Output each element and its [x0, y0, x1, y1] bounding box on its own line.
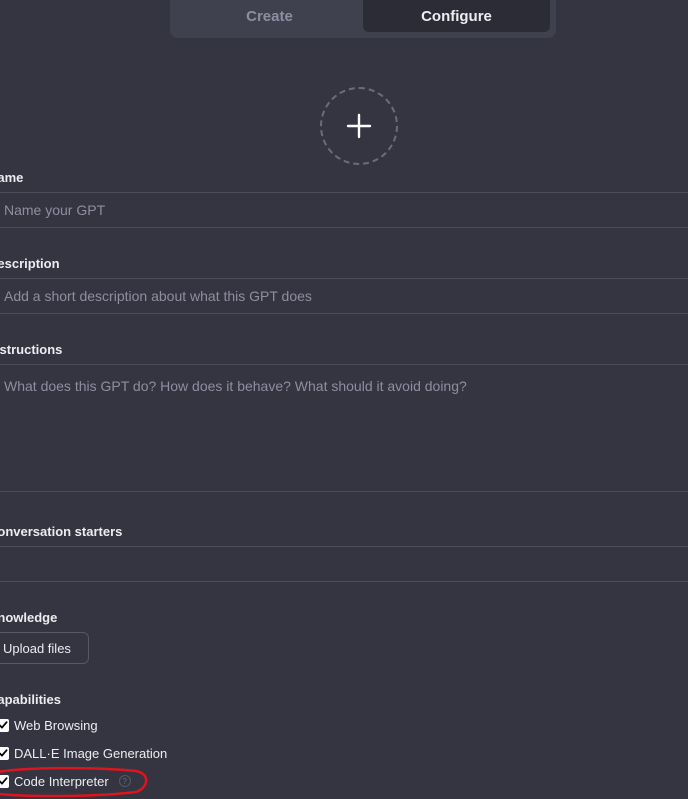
- capability-dalle[interactable]: DALL·E Image Generation: [0, 743, 167, 763]
- knowledge-label: Knowledge: [0, 610, 58, 625]
- dalle-checkbox[interactable]: [0, 746, 9, 760]
- help-icon[interactable]: ?: [118, 775, 131, 787]
- checkmark-icon: [0, 749, 7, 757]
- tab-create[interactable]: Create: [176, 0, 363, 32]
- web-browsing-checkbox[interactable]: [0, 718, 9, 732]
- description-label: Description: [0, 256, 60, 271]
- conversation-starter-input[interactable]: [0, 546, 688, 582]
- checkmark-icon: [0, 777, 7, 785]
- tab-configure[interactable]: Configure: [363, 0, 550, 32]
- plus-icon: [346, 113, 372, 139]
- capability-code-interpreter[interactable]: Code Interpreter ?: [0, 771, 131, 791]
- capabilities-label: Capabilities: [0, 692, 61, 707]
- upload-files-button[interactable]: Upload files: [0, 632, 89, 664]
- name-label: Name: [0, 170, 24, 185]
- conversation-starters-label: Conversation starters: [0, 524, 123, 539]
- instructions-textarea[interactable]: [0, 364, 688, 492]
- name-input[interactable]: [0, 192, 688, 228]
- checkmark-icon: [0, 721, 7, 729]
- description-input[interactable]: [0, 278, 688, 314]
- code-interpreter-checkbox[interactable]: [0, 774, 9, 788]
- code-interpreter-label: Code Interpreter: [14, 773, 109, 789]
- avatar-upload-button[interactable]: [320, 87, 398, 165]
- web-browsing-label: Web Browsing: [14, 717, 98, 733]
- dalle-label: DALL·E Image Generation: [14, 745, 168, 761]
- capability-web-browsing[interactable]: Web Browsing: [0, 715, 98, 735]
- mode-tabs: Create Configure: [170, 0, 556, 38]
- instructions-label: Instructions: [0, 342, 63, 357]
